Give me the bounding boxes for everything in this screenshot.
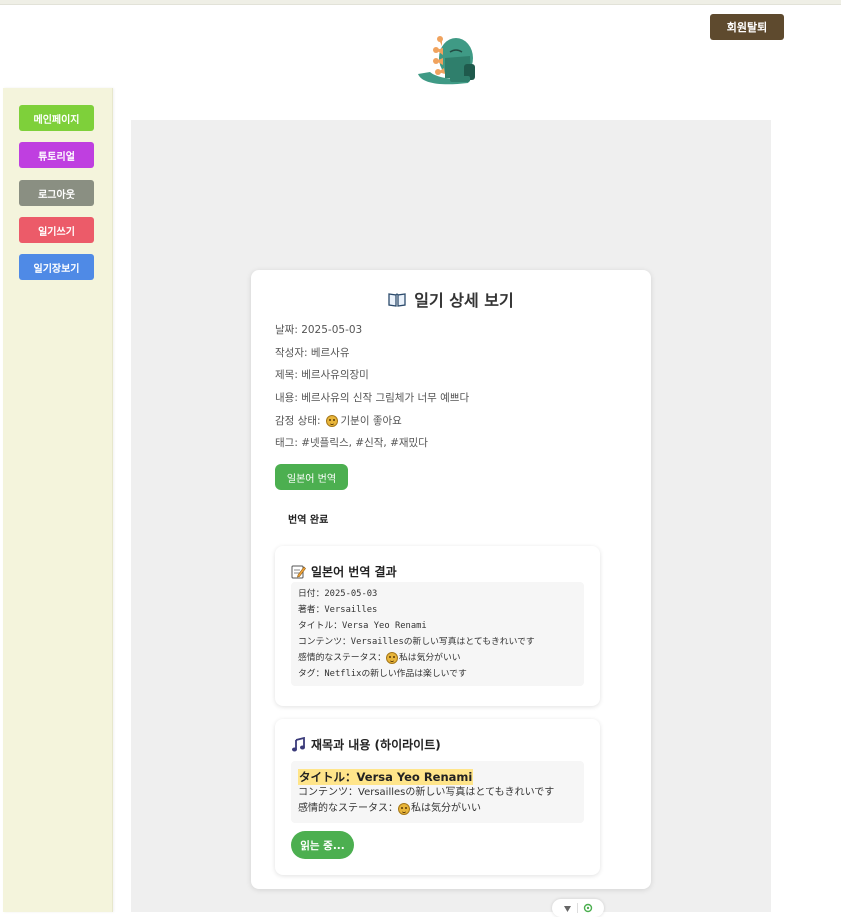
open-book-icon	[388, 292, 406, 307]
emotion-label: 감정 상태:	[275, 415, 321, 427]
translation-result-title-text: 일본어 번역 결과	[311, 565, 397, 579]
diary-emotion: 감정 상태: 기분이 좋아요	[275, 413, 402, 428]
translation-line: 日付：2025-05-03	[298, 589, 378, 599]
grinning-face-icon	[325, 414, 338, 427]
top-border	[0, 0, 841, 5]
music-note-icon	[292, 737, 305, 752]
translation-status: 번역 완료	[288, 515, 329, 526]
grinning-face-icon	[398, 803, 410, 815]
translation-emotion-line: 感情的なステータス： 私は気分がいい	[298, 650, 577, 666]
diary-content: 내용: 베르사유의 신작 그림체가 너무 예쁘다	[275, 392, 470, 404]
translation-emotion-suffix: 私は気分がいい	[398, 653, 461, 663]
translation-line: タイトル：Versa Yeo Renami	[298, 621, 427, 631]
translation-result-box: 日付：2025-05-03 著者：Versailles タイトル：Versa Y…	[291, 582, 584, 686]
translation-result-title: 일본어 번역 결과	[291, 563, 397, 580]
diary-date: 날짜: 2025-05-03	[275, 324, 363, 336]
highlight-box: タイトル：Versa Yeo Renami コンテンツ：Versaillesの新…	[291, 761, 584, 823]
floating-toolbar	[552, 899, 604, 917]
highlight-emotion-line: 感情的なステータス： 私は気分がいい	[298, 801, 577, 817]
page-title: 일기 상세 보기	[251, 287, 651, 311]
diary-detail-card: 일기 상세 보기 날짜: 2025-05-03 작성자: 베르사유 제목: 베르…	[251, 270, 651, 889]
highlight-content-line: コンテンツ：Versaillesの新しい写真はとてもきれいです	[298, 787, 555, 798]
diary-subject: 제목: 베르사유의장미	[275, 369, 369, 381]
highlight-emotion-prefix: 感情的なステータス：	[298, 803, 398, 814]
sidebar-item-write-diary[interactable]: 일기쓰기	[19, 217, 94, 243]
translation-tag-line: タグ：Netflixの新しい作品は楽しいです	[298, 669, 467, 679]
highlight-title: 재목과 내용 (하이라이트)	[291, 736, 441, 753]
translate-japanese-button[interactable]: 일본어 번역	[275, 464, 348, 490]
dinosaur-mascot-icon[interactable]	[412, 28, 480, 88]
highlight-title-text: 재목과 내용 (하이라이트)	[311, 738, 441, 752]
emotion-text: 기분이 좋아요	[340, 415, 402, 427]
highlight-card: 재목과 내용 (하이라이트) タイトル：Versa Yeo Renami コンテ…	[275, 719, 600, 875]
chevron-down-icon[interactable]	[563, 904, 572, 913]
translation-result-card: 일본어 번역 결과 日付：2025-05-03 著者：Versailles タイ…	[275, 546, 600, 706]
memo-icon	[291, 565, 306, 579]
sidebar-item-main-page[interactable]: 메인페이지	[19, 105, 94, 131]
translation-emotion-prefix: 感情的なステータス：	[298, 653, 386, 663]
page-title-text: 일기 상세 보기	[414, 291, 514, 310]
translation-line: コンテンツ：Versaillesの新しい写真はとてもきれいです	[298, 637, 535, 647]
sidebar-item-logout[interactable]: 로그아웃	[19, 180, 94, 206]
highlight-emotion-suffix: 私は気分がいい	[411, 803, 481, 814]
withdraw-button[interactable]: 회원탈퇴	[710, 14, 784, 40]
sidebar: 메인페이지 튜토리얼 로그아웃 일기쓰기 일기장보기	[3, 88, 113, 912]
diary-tags: 태그: #넷플릭스, #신작, #재밌다	[275, 437, 428, 449]
sidebar-item-tutorial[interactable]: 튜토리얼	[19, 142, 94, 168]
translation-line: 著者：Versailles	[298, 605, 378, 615]
diary-author: 작성자: 베르사유	[275, 347, 350, 359]
highlighted-title: タイトル：Versa Yeo Renami	[298, 769, 474, 785]
grinning-face-icon	[385, 652, 398, 664]
reading-button[interactable]: 읽는 중...	[291, 831, 354, 859]
sidebar-item-view-diary[interactable]: 일기장보기	[19, 254, 94, 280]
